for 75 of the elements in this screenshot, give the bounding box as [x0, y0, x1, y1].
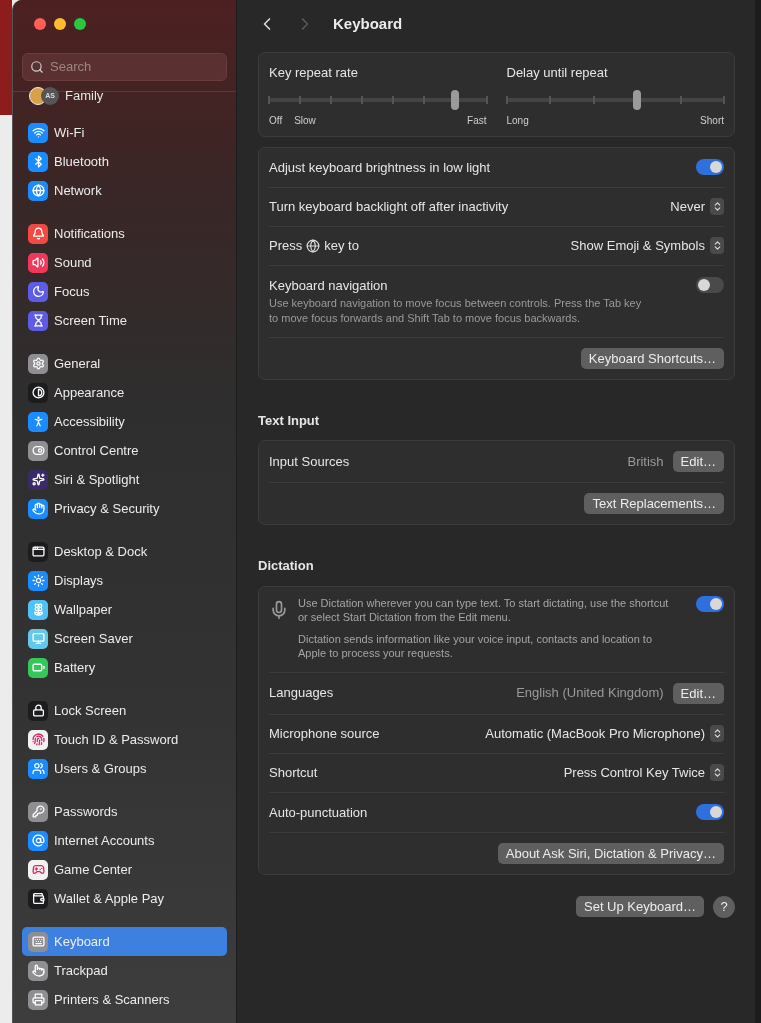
- setup-button[interactable]: Set Up Keyboard…: [576, 896, 704, 917]
- popup-button[interactable]: Show Emoji & Symbols: [570, 235, 724, 256]
- close-window-button[interactable]: [34, 18, 46, 30]
- globe-icon: [306, 238, 321, 253]
- sidebar-item[interactable]: Passwords: [22, 797, 227, 826]
- sidebar-item[interactable]: Privacy & Security: [22, 494, 227, 523]
- sidebar-item[interactable]: Printers & Scanners: [22, 985, 227, 1014]
- help-button[interactable]: ?: [713, 895, 735, 918]
- setting-label: Keyboard navigation: [269, 276, 389, 294]
- sidebar-item[interactable]: Trackpad: [22, 956, 227, 985]
- sidebar-item[interactable]: Internet Accounts: [22, 826, 227, 855]
- dictation-text: Use Dictation wherever you can type text. To start dictating, use the shortcut or select Start Dictation from the Edit menu.: [298, 595, 670, 624]
- action-button[interactable]: About Ask Siri, Dictation & Privacy…: [497, 842, 724, 864]
- slider-tick-label: Short: [700, 113, 724, 128]
- sidebar-item[interactable]: Battery: [22, 653, 227, 682]
- sidebar-item[interactable]: Siri & Spotlight: [22, 465, 227, 494]
- sidebar-item[interactable]: Accessibility: [22, 407, 227, 436]
- toggle-switch[interactable]: [696, 803, 724, 820]
- slider-label: Delay until repeat: [506, 64, 609, 82]
- slider-tick-label: Off: [269, 113, 283, 128]
- microphone-icon: [269, 599, 289, 620]
- sidebar-item[interactable]: Appearance: [22, 378, 227, 407]
- slider-thumb[interactable]: [633, 89, 641, 110]
- setting-value: British: [627, 452, 664, 471]
- sidebar-item[interactable]: Network: [22, 176, 227, 205]
- toggle-switch[interactable]: [696, 595, 724, 612]
- sidebar-item[interactable]: Users & Groups: [22, 754, 227, 783]
- popup-button[interactable]: Press Control Key Twice: [563, 762, 724, 783]
- setting-label: Shortcut: [269, 763, 318, 782]
- toggle-switch[interactable]: [696, 158, 724, 175]
- edit-button[interactable]: Edit…: [672, 682, 724, 704]
- zoom-window-button[interactable]: [74, 18, 86, 30]
- setting-label: Turn keyboard backlight off after inactivity: [269, 197, 509, 216]
- slider-tick-label: Fast: [467, 113, 487, 128]
- sidebar-item[interactable]: Sound: [22, 248, 227, 277]
- edit-button[interactable]: Edit…: [672, 451, 724, 472]
- section-heading: Text Input: [258, 411, 321, 430]
- sidebar-item[interactable]: Wallet & Apple Pay: [22, 884, 227, 913]
- minimize-window-button[interactable]: [54, 18, 66, 30]
- page-title: Keyboard: [333, 13, 403, 34]
- setting-label: Adjust keyboard brightness in low light: [269, 158, 491, 176]
- dictation-text: Dictation sends information like your voice input, contacts and location to Apple to process your requests.: [298, 631, 654, 660]
- search-icon: [30, 60, 44, 74]
- sidebar-item[interactable]: Wallpaper: [22, 595, 227, 624]
- sidebar-item[interactable]: Screen Time: [22, 306, 227, 335]
- slider-tick-label: Long: [506, 113, 529, 128]
- setting-value: English (United Kingdom): [516, 684, 664, 703]
- setting-label: Auto-punctuation: [269, 803, 368, 821]
- setting-label: Microphone source: [269, 724, 380, 743]
- sidebar-item[interactable]: Desktop & Dock: [22, 537, 227, 566]
- popup-button[interactable]: Never: [670, 196, 724, 217]
- action-button[interactable]: Keyboard Shortcuts…: [580, 347, 724, 369]
- sidebar-item[interactable]: Control Centre: [22, 436, 227, 465]
- toggle-switch[interactable]: [696, 276, 724, 293]
- sidebar-item[interactable]: Touch ID & Password: [22, 725, 227, 754]
- setting-label: Press: [269, 236, 303, 255]
- sidebar-item[interactable]: Displays: [22, 566, 227, 595]
- sidebar-item[interactable]: Lock Screen: [22, 696, 227, 725]
- setting-label: Input Sources: [269, 452, 350, 471]
- setting-label: key to: [324, 236, 359, 255]
- slider-tick-label: Slow: [294, 113, 316, 128]
- sidebar-item[interactable]: Bluetooth: [22, 147, 227, 176]
- sidebar-item[interactable]: Wi-Fi: [22, 118, 227, 147]
- setting-label: Languages: [269, 684, 334, 703]
- slider-thumb[interactable]: [451, 89, 460, 110]
- sidebar-item[interactable]: Screen Saver: [22, 624, 227, 653]
- sidebar-item[interactable]: Focus: [22, 277, 227, 306]
- action-button[interactable]: Text Replacements…: [584, 493, 724, 514]
- sidebar-item[interactable]: Notifications: [22, 219, 227, 248]
- section-heading: Dictation: [258, 557, 315, 575]
- slider-label: Key repeat rate: [269, 64, 359, 82]
- sidebar-item[interactable]: General: [22, 349, 227, 378]
- sidebar-item[interactable]: Game Center: [22, 855, 227, 884]
- popup-button[interactable]: Automatic (MacBook Pro Microphone): [485, 723, 724, 744]
- setting-description: Use keyboard navigation to move focus between controls. Press the Tab key to move focus forwards and Shift Tab to move focus backwards.: [269, 295, 643, 326]
